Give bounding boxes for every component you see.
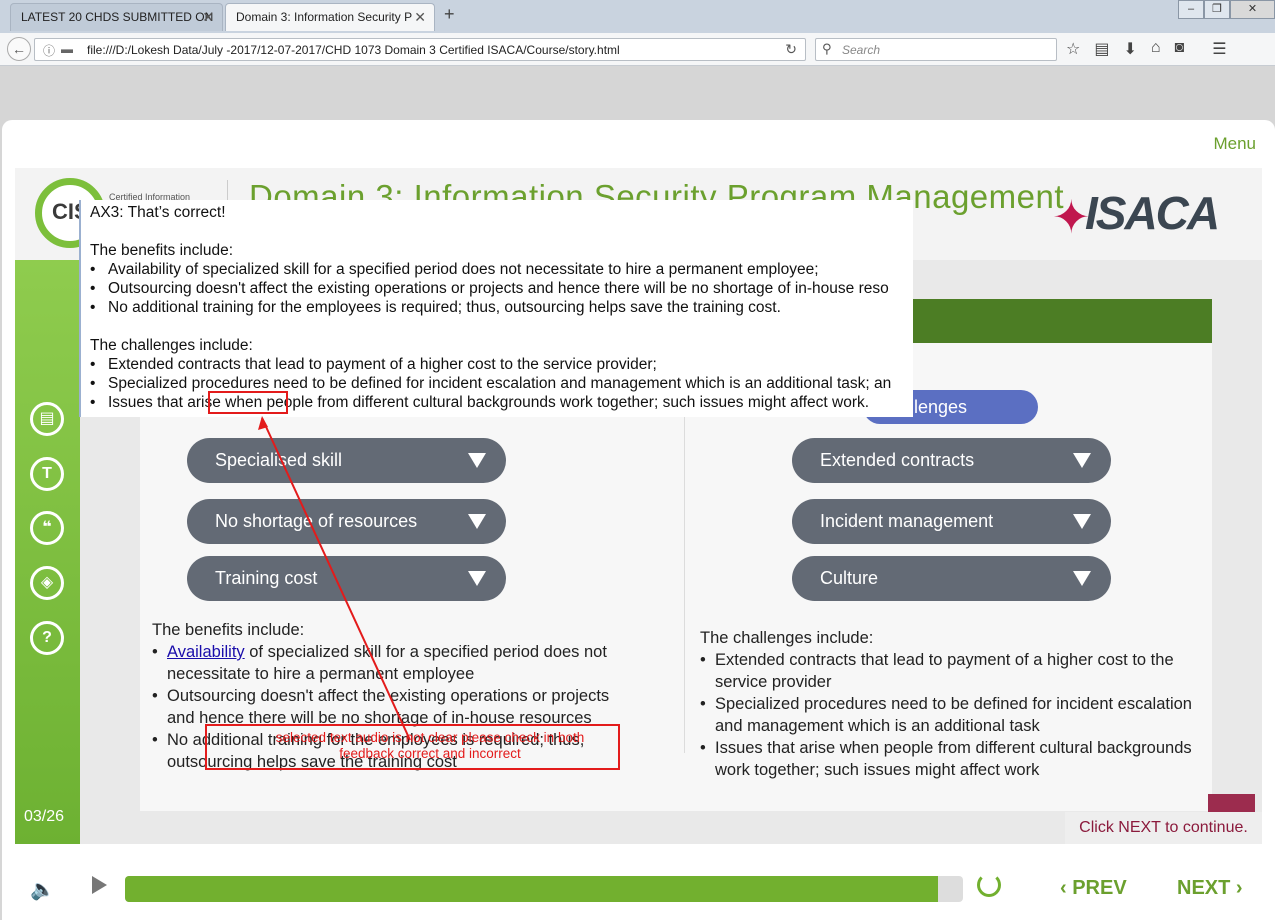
next-hint: Click NEXT to continue. (1065, 812, 1262, 844)
minimize-icon[interactable]: – (1178, 0, 1204, 19)
challenge-bullet: Issues that arise when people from diffe… (700, 737, 1200, 781)
feedback-benefit: Availability of specialized skill for a … (90, 260, 913, 279)
search-input[interactable]: ⚲ Search (815, 38, 1057, 61)
feedback-benefits-intro: The benefits include: (90, 242, 234, 259)
new-tab-icon[interactable]: + (444, 4, 455, 25)
chevron-down-icon (1073, 571, 1091, 586)
chevron-down-icon (1073, 514, 1091, 529)
layers-icon[interactable]: ◈ (30, 566, 64, 600)
search-icon: ⚲ (822, 41, 832, 56)
progress-bar[interactable] (125, 876, 963, 902)
player-controls: 🔈 ‹ PREV NEXT › (2, 860, 1275, 920)
restore-icon[interactable]: ❐ (1204, 0, 1230, 19)
tab-label: Domain 3: Information Security P (236, 10, 413, 24)
challenge-bullet: Extended contracts that lead to payment … (700, 649, 1200, 693)
benefit-bullet: Availability of specialized skill for a … (152, 641, 632, 685)
volume-icon[interactable]: 🔈 (30, 877, 55, 902)
feedback-popup: AX3: That’s correct! The benefits includ… (79, 200, 913, 417)
pill-no-shortage[interactable]: No shortage of resources (187, 499, 506, 544)
pill-label: Extended contracts (820, 450, 975, 470)
resources-icon[interactable]: ▤ (30, 402, 64, 436)
slide-counter: 03/26 (24, 808, 65, 825)
help-icon[interactable]: ? (30, 621, 64, 655)
prev-button[interactable]: ‹ PREV (1060, 877, 1127, 900)
challenges-text: The challenges include: Extended contrac… (700, 627, 1200, 781)
tab-label: LATEST 20 CHDS SUBMITTED ON (21, 10, 214, 24)
info-icon[interactable]: ⓘ (43, 42, 55, 59)
course-sidebar: ▤ T ❝ ◈ ? 03/26 (15, 260, 80, 844)
hint-accent (1208, 794, 1255, 814)
annotation-comment: selected text audio is not clear please … (275, 730, 585, 761)
next-button[interactable]: NEXT › (1177, 877, 1243, 900)
feedback-challenges-intro: The challenges include: (90, 337, 253, 354)
address-bar[interactable]: ⓘ ▬ file:///D:/Lokesh Data/July -2017/12… (34, 38, 806, 61)
close-tab-icon[interactable]: ✕ (414, 4, 426, 30)
back-icon[interactable]: ← (7, 37, 31, 61)
column-divider (684, 383, 685, 753)
browser-nav-bar: ← ⓘ ▬ file:///D:/Lokesh Data/July -2017/… (0, 33, 1275, 66)
isaca-logo: ISACA (1085, 187, 1220, 239)
pill-label: Training cost (215, 568, 318, 588)
feedback-benefit: Outsourcing doesn't affect the existing … (90, 279, 913, 298)
pill-label: Specialised skill (215, 450, 343, 470)
browser-tab-bar: LATEST 20 CHDS SUBMITTED ON ✕ Domain 3: … (0, 0, 1275, 33)
feedback-title: AX3: That’s correct! (90, 204, 226, 221)
window-close-icon[interactable]: ✕ (1230, 0, 1275, 19)
availability-link[interactable]: Availability (167, 643, 245, 661)
benefit-bullet: Outsourcing doesn't affect the existing … (152, 685, 632, 729)
quote-icon[interactable]: ❝ (30, 511, 64, 545)
transcript-icon[interactable]: T (30, 457, 64, 491)
browser-tab-chds[interactable]: LATEST 20 CHDS SUBMITTED ON ✕ (10, 3, 223, 31)
pill-label: Incident management (820, 511, 994, 531)
challenges-intro: The challenges include: (700, 629, 874, 647)
browser-tab-domain3[interactable]: Domain 3: Information Security P ✕ (225, 3, 435, 31)
browser-toolbar: ☆ ▤ ⬇ ⌂ ◙ ☰ (1066, 39, 1227, 59)
chevron-down-icon (468, 453, 486, 468)
chevron-down-icon (468, 571, 486, 586)
feedback-benefit: No additional training for the employees… (90, 298, 913, 317)
pill-incident-management[interactable]: Incident management (792, 499, 1111, 544)
pill-specialised-skill[interactable]: Specialised skill (187, 438, 506, 483)
chevron-down-icon (1073, 453, 1091, 468)
benefits-intro: The benefits include: (152, 621, 305, 639)
pill-extended-contracts[interactable]: Extended contracts (792, 438, 1111, 483)
close-tab-icon[interactable]: ✕ (202, 4, 214, 30)
home-icon[interactable]: ⌂ (1151, 39, 1161, 59)
progress-fill (125, 876, 938, 902)
pill-culture[interactable]: Culture (792, 556, 1111, 601)
hamburger-menu-icon[interactable]: ☰ (1212, 39, 1226, 59)
play-icon[interactable] (92, 876, 107, 894)
url-text[interactable]: file:///D:/Lokesh Data/July -2017/12-07-… (87, 43, 620, 57)
reading-list-icon[interactable]: ▤ (1094, 39, 1109, 59)
reload-icon[interactable]: ↻ (785, 41, 797, 58)
annotation-highlight (208, 391, 288, 414)
pill-label: Culture (820, 568, 879, 588)
download-icon[interactable]: ⬇ (1123, 39, 1136, 59)
page-icon: ▬ (61, 42, 73, 56)
replay-icon[interactable] (977, 873, 1001, 897)
challenge-bullet: Specialized procedures need to be define… (700, 693, 1200, 737)
search-placeholder: Search (842, 43, 881, 57)
feedback-challenge: Extended contracts that lead to payment … (90, 355, 913, 374)
chevron-down-icon (468, 514, 486, 529)
window-controls: – ❐ ✕ (1178, 0, 1275, 20)
pill-label: No shortage of resources (215, 511, 418, 531)
pocket-icon[interactable]: ◙ (1175, 39, 1185, 59)
bookmark-star-icon[interactable]: ☆ (1066, 39, 1080, 59)
pill-training-cost[interactable]: Training cost (187, 556, 506, 601)
menu-link[interactable]: Menu (1213, 134, 1256, 154)
